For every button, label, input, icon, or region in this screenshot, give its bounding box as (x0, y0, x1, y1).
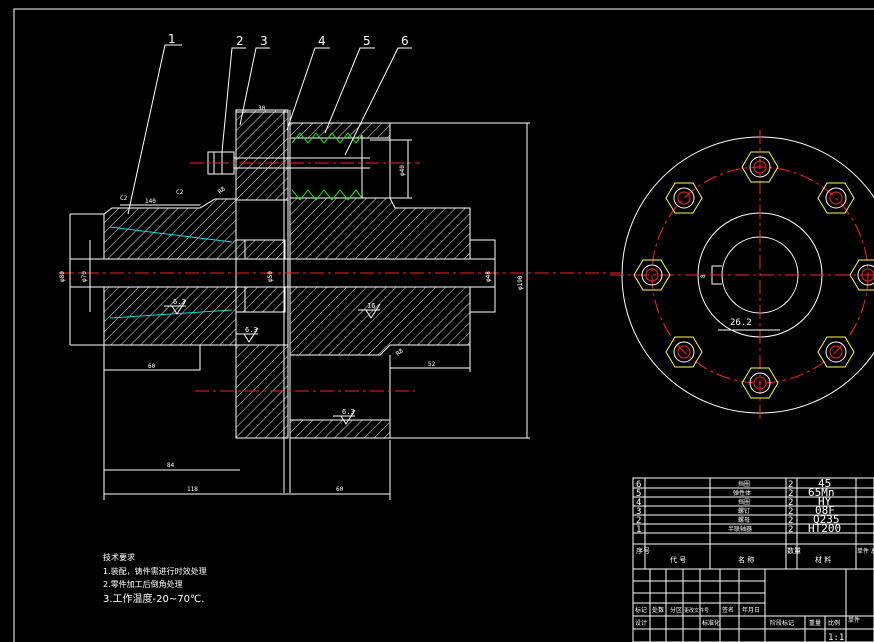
dim-8: 8 (700, 274, 707, 278)
bom-name-6: 挡圈 (738, 480, 750, 488)
roughness-1: 6.3 (173, 298, 186, 306)
tb-label-sign: 签名 (722, 606, 734, 614)
tb-weight: 重量 (809, 619, 821, 627)
dim-phi70: φ70 (81, 271, 88, 282)
bom-name-1: 半联轴器 (728, 525, 752, 533)
tb-label-date: 年月日 (742, 606, 760, 614)
roughness-4: 6.3 (342, 408, 355, 416)
balloon-3: 3 (260, 34, 268, 48)
section-view: 30 140 60 84 118 60 52 φ80 φ70 φ50 φ48 φ… (59, 32, 620, 500)
bom-header-no: 序号 (636, 546, 650, 555)
roughness-2: 6.3 (245, 326, 258, 334)
dim-r8b: R8 (395, 347, 405, 357)
dim-26-2: 26.2 (730, 318, 752, 328)
tb-label-change: 更改文件号 (684, 607, 709, 614)
notes-line-1: 1.装配，铸件需进行时效处理 (103, 566, 207, 576)
technical-notes: 技术要求 1.装配，铸件需进行时效处理 2.零件加工后倒角处理 3.工作温度-2… (103, 552, 207, 605)
bolt-head-top-left (665, 182, 703, 214)
dim-phi50: φ50 (267, 271, 274, 282)
dim-phi40: φ40 (399, 165, 406, 176)
tb-label-mark: 标记 (635, 606, 647, 614)
notes-line-3: 3.工作温度-20~70℃. (103, 592, 204, 605)
bom-header-qty: 数量 (787, 546, 801, 555)
bom-header-name: 名 称 (738, 555, 754, 564)
dim-phi190: φ190 (517, 275, 524, 290)
cad-drawing: 30 140 60 84 118 60 52 φ80 φ70 φ50 φ48 φ… (13, 8, 874, 642)
bom-table: 6 5 4 3 2 1 2 2 2 2 2 2 挡圈 弹性体 挡圈 螺钉 螺母 … (632, 477, 874, 642)
bom-name-2: 螺母 (738, 516, 750, 524)
balloon-6: 6 (401, 34, 409, 48)
dim-c2a: C2 (120, 195, 128, 202)
dim-30: 30 (258, 105, 266, 112)
tb-label-zone: 分区 (670, 606, 682, 614)
bom-name-5: 弹性体 (733, 489, 751, 497)
dim-60-right: 60 (336, 486, 344, 493)
balloon-1: 1 (168, 32, 176, 46)
bom-no-1: 1 (636, 525, 641, 535)
tb-unit: 单件 (848, 616, 860, 624)
dim-c2b: C2 (176, 189, 184, 196)
dim-r8: R8 (217, 185, 227, 195)
tb-standard: 标准化 (702, 619, 720, 627)
notes-title: 技术要求 (103, 552, 135, 562)
dim-84: 84 (167, 462, 175, 469)
bom-header-code: 代 号 (670, 555, 686, 564)
bom-mat-1: HT200 (808, 522, 841, 535)
dim-60-left: 60 (148, 363, 156, 370)
end-view: 26.2 8 (610, 130, 874, 420)
bom-header-material: 材 料 (815, 555, 831, 564)
dim-52: 52 (428, 361, 436, 368)
tb-label-count: 处数 (652, 606, 664, 614)
dim-phi48: φ48 (485, 271, 492, 282)
roughness-3: 16 (367, 302, 375, 310)
tb-scale: 比例 (828, 619, 840, 627)
balloon-5: 5 (363, 34, 371, 48)
bom-qty-1: 2 (788, 525, 793, 535)
notes-line-2: 2.零件加工后倒角处理 (103, 579, 183, 589)
tb-scale-value: 1:1 (828, 633, 844, 642)
tb-stage: 阶段标记 (770, 619, 794, 627)
balloon-4: 4 (318, 34, 326, 48)
dim-140: 140 (145, 198, 156, 205)
bom-name-4: 挡圈 (738, 498, 750, 506)
tb-design: 设计 (635, 619, 647, 627)
dim-phi80: φ80 (59, 271, 66, 282)
bom-name-3: 螺钉 (738, 507, 750, 515)
balloon-2: 2 (236, 34, 244, 48)
dim-118: 118 (187, 486, 198, 493)
bom-header-extra: 单件 总计 (857, 547, 874, 555)
